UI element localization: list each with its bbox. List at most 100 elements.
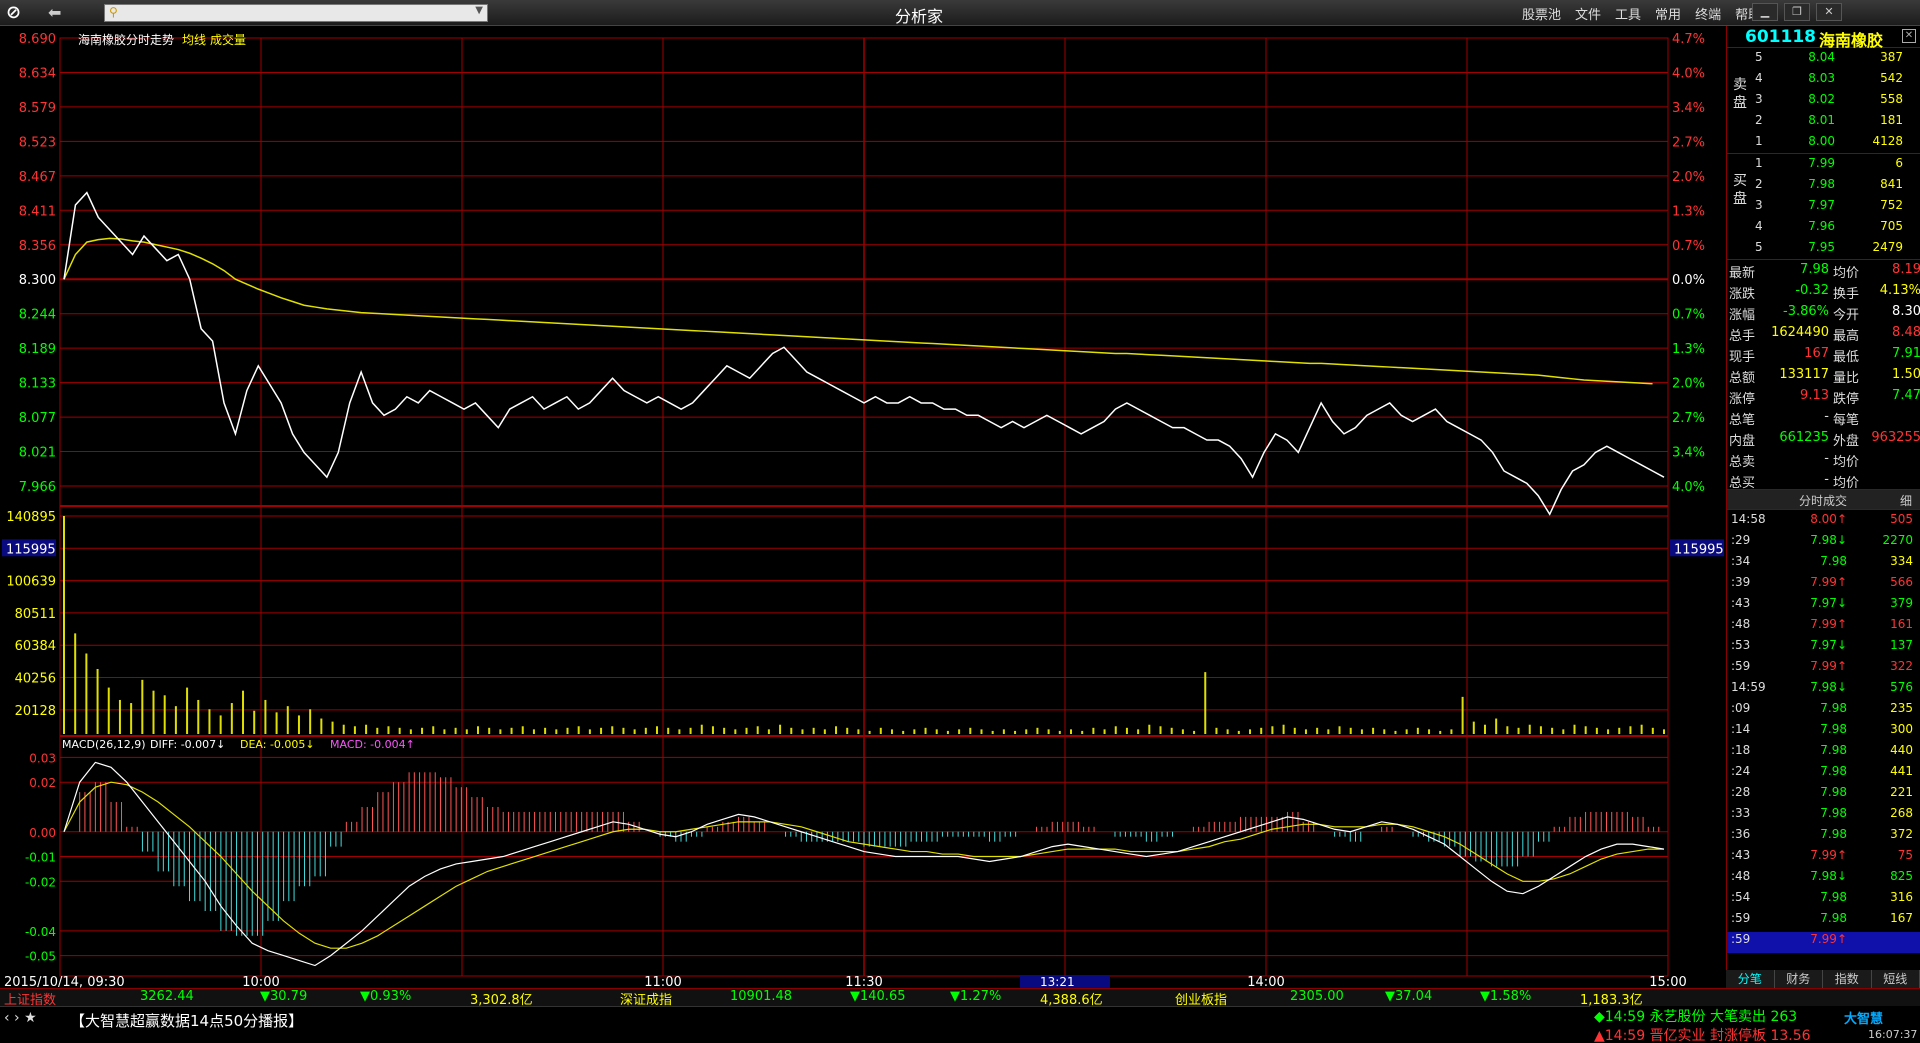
volume-tick-label: 40256 <box>15 672 56 687</box>
tick-volume: 235 <box>1890 701 1913 715</box>
intraday-chart[interactable]: 8.690 4.7% 8.634 4.0% 8.579 3.4% 8.523 2.7% 8.46… <box>0 26 1726 988</box>
sell-level-row[interactable]: 4 8.03 542 <box>1755 71 1920 92</box>
price-tick-label: 8.077 <box>19 411 56 426</box>
pct-tick-label: 1.3% <box>1672 204 1705 219</box>
tick-row[interactable]: :53 7.97↓ 137 <box>1727 638 1920 659</box>
tab-index[interactable]: 指数 <box>1823 970 1872 988</box>
tab-trades[interactable]: 分笔 <box>1726 970 1775 988</box>
tick-row[interactable]: :59 7.99↑ <box>1727 932 1920 953</box>
tab-shortline[interactable]: 短线 <box>1872 970 1920 988</box>
menu-item-terminal[interactable]: 终端 <box>1695 4 1721 23</box>
quote-row: 内盘 661235 外盘 963255 <box>1727 430 1920 451</box>
level-price: 7.99 <box>1808 156 1835 170</box>
menu-item-common[interactable]: 常用 <box>1655 4 1681 23</box>
news-nav-icon[interactable]: ‹ › ★ <box>4 1010 37 1026</box>
quote-label: 最高 <box>1833 329 1860 344</box>
time-cursor-label: 13:21 <box>1040 975 1075 988</box>
close-icon[interactable]: ✕ <box>1816 3 1842 21</box>
tick-row[interactable]: :24 7.98 441 <box>1727 764 1920 785</box>
sell-level-row[interactable]: 5 8.04 387 <box>1755 50 1920 71</box>
buy-level-row[interactable]: 4 7.96 705 <box>1755 219 1920 240</box>
quote-label: 最低 <box>1833 350 1860 365</box>
quote-row: 总额 133117 量比 1.50 <box>1727 367 1920 388</box>
close-icon[interactable]: ✕ <box>1902 29 1916 43</box>
menu-item-stockpool[interactable]: 股票池 <box>1522 4 1561 23</box>
tick-row[interactable]: :29 7.98↓ 2270 <box>1727 533 1920 554</box>
price-tick-label: 8.634 <box>19 66 56 81</box>
vol-legend: 成交量 <box>210 32 246 47</box>
quote-label: 量比 <box>1833 371 1860 386</box>
tick-price: 7.98 <box>1820 911 1847 925</box>
tick-price: 7.98 <box>1820 785 1847 799</box>
tick-row[interactable]: :48 7.99↑ 161 <box>1727 617 1920 638</box>
quote-label: 每笔 <box>1833 413 1860 428</box>
quote-stats: 最新 7.98 均价 8.19 涨跌 -0.32 换手 4.13% 涨幅 -3.86% 今开 8.30… <box>1727 260 1920 491</box>
maximize-icon[interactable]: ❐ <box>1784 3 1810 21</box>
tick-list[interactable]: 14:58 8.00↑ 505:29 7.98↓ 2270:34 7.98 334:39 7.… <box>1727 510 1920 960</box>
window-controls: ▁ ❐ ✕ <box>1752 3 1842 21</box>
alert-item[interactable]: ◆14:59 永艺股份 大笔卖出 263 <box>1594 1006 1797 1026</box>
tick-row[interactable]: :48 7.98↓ 825 <box>1727 869 1920 890</box>
menu-item-file[interactable]: 文件 <box>1575 4 1601 23</box>
tick-row[interactable]: 14:58 8.00↑ 505 <box>1727 512 1920 533</box>
tick-row[interactable]: :18 7.98 440 <box>1727 743 1920 764</box>
quote-value: 7.98 <box>1800 262 1829 277</box>
tick-row[interactable]: :54 7.98 316 <box>1727 890 1920 911</box>
sell-level-row[interactable]: 2 8.01 181 <box>1755 113 1920 134</box>
news-text[interactable]: 【大智慧超赢数据14点50分播报】 <box>70 1010 303 1031</box>
tick-row[interactable]: :36 7.98 372 <box>1727 827 1920 848</box>
tab-finance[interactable]: 财务 <box>1775 970 1823 988</box>
tick-row[interactable]: :43 7.99↑ 75 <box>1727 848 1920 869</box>
back-arrow-icon[interactable]: ⬅ <box>48 3 70 23</box>
macd-tick-label: -0.04 <box>25 925 56 939</box>
quote-value: 4.13% <box>1879 283 1920 298</box>
sell-level-row[interactable]: 3 8.02 558 <box>1755 92 1920 113</box>
level-number: 2 <box>1755 177 1763 191</box>
alerts-panel: ◆14:59 永艺股份 大笔卖出 263 ▲14:59 晋亿实业 封涨停板 13… <box>1592 1006 1842 1043</box>
tick-row[interactable]: :33 7.98 268 <box>1727 806 1920 827</box>
clock: 16:07:37 <box>1868 1028 1918 1041</box>
quote-value: 963255 <box>1871 430 1920 445</box>
tick-row[interactable]: :43 7.97↓ 379 <box>1727 596 1920 617</box>
tick-row[interactable]: :34 7.98 334 <box>1727 554 1920 575</box>
sell-book: 卖盘 5 8.04 387 4 8.03 542 3 8.02 558 2 8.01 181 1 8.00… <box>1727 48 1920 154</box>
chevron-down-icon[interactable]: ▼ <box>475 5 483 16</box>
sell-level-row[interactable]: 1 8.00 4128 <box>1755 134 1920 155</box>
buy-level-row[interactable]: 5 7.95 2479 <box>1755 240 1920 261</box>
menu-item-tools[interactable]: 工具 <box>1615 4 1641 23</box>
quote-value: 1624490 <box>1771 325 1829 340</box>
side-tabs: 分笔 财务 指数 短线 <box>1726 970 1920 988</box>
volume-tick-label: 100639 <box>6 575 56 590</box>
buy-book: 买盘 1 7.99 6 2 7.98 841 3 7.97 752 4 7.96 705 5 7.95 24… <box>1727 154 1920 260</box>
avg-legend: 均线 <box>182 33 206 47</box>
tick-row[interactable]: :14 7.98 300 <box>1727 722 1920 743</box>
tick-price: 7.98 <box>1820 764 1847 778</box>
alert-item[interactable]: ▲14:59 晋亿实业 封涨停板 13.56 <box>1594 1025 1811 1043</box>
tick-row[interactable]: :59 7.98 167 <box>1727 911 1920 932</box>
quote-label: 均价 <box>1833 476 1860 491</box>
tick-volume: 441 <box>1890 764 1913 778</box>
buy-level-row[interactable]: 1 7.99 6 <box>1755 156 1920 177</box>
ticks-detail-button[interactable]: 细 <box>1900 492 1912 509</box>
buy-level-row[interactable]: 2 7.98 841 <box>1755 177 1920 198</box>
tick-row[interactable]: :28 7.98 221 <box>1727 785 1920 806</box>
tick-price: 8.00↑ <box>1810 512 1847 526</box>
tick-row[interactable]: 14:59 7.98↓ 576 <box>1727 680 1920 701</box>
pct-tick-label: 2.7% <box>1672 411 1705 426</box>
quote-row: 涨停 9.13 跌停 7.47 <box>1727 388 1920 409</box>
tick-volume: 161 <box>1890 617 1913 631</box>
macd-tick-label: 0.02 <box>29 776 56 790</box>
tick-row[interactable]: :39 7.99↑ 566 <box>1727 575 1920 596</box>
time-axis-label: 11:30 <box>845 975 882 988</box>
app-logo-icon[interactable]: ⊘ <box>6 2 30 24</box>
minimize-icon[interactable]: ▁ <box>1752 3 1778 21</box>
tick-row[interactable]: :09 7.98 235 <box>1727 701 1920 722</box>
tick-price: 7.98 <box>1820 806 1847 820</box>
buy-level-row[interactable]: 3 7.97 752 <box>1755 198 1920 219</box>
volume-tick-label: 60384 <box>15 639 56 654</box>
tick-row[interactable]: :59 7.99↑ 322 <box>1727 659 1920 680</box>
index-status-bar: 上证指数 3262.44 ▼30.79 ▼0.93% 3,302.8亿 深证成指 10901… <box>0 988 1920 1008</box>
search-input[interactable]: ⚲ ▼ <box>104 4 488 22</box>
macd-tick-label: -0.01 <box>25 851 56 865</box>
pct-tick-label: 3.4% <box>1672 101 1705 116</box>
